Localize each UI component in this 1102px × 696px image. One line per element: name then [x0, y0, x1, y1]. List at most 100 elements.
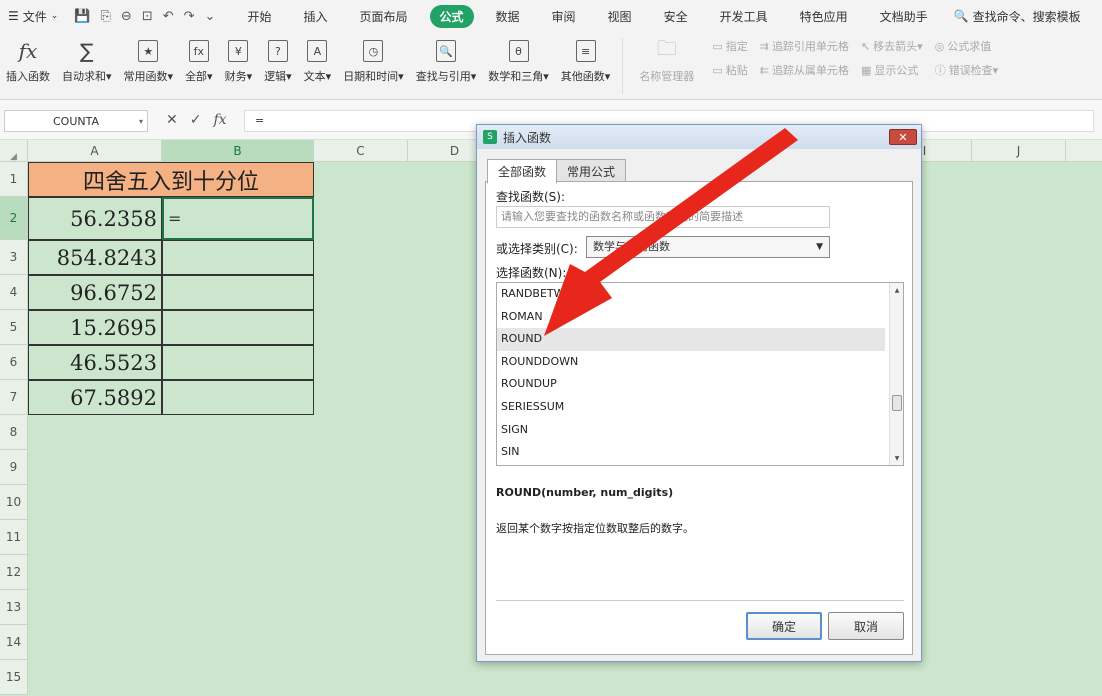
ribbon-button[interactable]: A 文本▾ — [298, 38, 338, 84]
ribbon-button[interactable]: fx 插入函数 — [0, 38, 56, 84]
command-search[interactable]: 🔍 查找命令、搜索模板 — [954, 8, 1081, 25]
column-header[interactable]: B — [162, 140, 314, 162]
close-button[interactable]: ✕ — [889, 129, 917, 145]
value-cell[interactable]: 67.5892 — [28, 380, 162, 415]
row-header[interactable]: 7 — [0, 380, 28, 415]
function-item[interactable]: ROUNDDOWN — [497, 351, 903, 374]
name-box[interactable]: COUNTA ▾ — [4, 110, 148, 132]
column-header[interactable]: C — [314, 140, 408, 162]
result-cell[interactable] — [162, 310, 314, 345]
function-item[interactable]: SIGN — [497, 419, 903, 442]
cancel-icon[interactable]: ✕ — [166, 112, 178, 128]
file-menu[interactable]: ☰ 文件 ⌄ — [0, 8, 66, 25]
result-cell[interactable] — [162, 380, 314, 415]
print-icon[interactable]: ⊖ — [121, 9, 132, 24]
menu-tab[interactable]: 开发工具 — [710, 5, 778, 28]
row-header[interactable]: 8 — [0, 415, 28, 450]
more-icon[interactable]: ⌄ — [205, 9, 216, 24]
scroll-down-icon[interactable]: ▼ — [890, 451, 903, 465]
category-select[interactable]: 数学与三角函数 ▼ — [586, 236, 830, 258]
dialog-title-bar[interactable]: S 插入函数 — [477, 125, 921, 149]
function-item[interactable]: SIN — [497, 441, 903, 464]
function-item[interactable]: ROMAN — [497, 306, 903, 329]
evaluate-formula-button[interactable]: ◎ 公式求值 — [935, 38, 999, 54]
row-header[interactable]: 10 — [0, 485, 28, 520]
error-check-button[interactable]: ⓘ 错误检查▾ — [935, 62, 999, 78]
redo-icon[interactable]: ↷ — [184, 9, 195, 24]
search-function-input[interactable]: 请输入您要查找的函数名称或函数功能的简要描述 — [496, 206, 830, 228]
row-header[interactable]: 13 — [0, 590, 28, 625]
ok-button[interactable]: 确定 — [746, 612, 822, 640]
column-header[interactable]: A — [28, 140, 162, 162]
ribbon-button[interactable]: fx 全部▾ — [179, 38, 219, 84]
menu-tab[interactable]: 文档助手 — [870, 5, 938, 28]
menu-tab[interactable]: 数据 — [486, 5, 530, 28]
select-all-corner[interactable]: ◢ — [0, 140, 28, 162]
ribbon-button[interactable]: ¥ 财务▾ — [219, 38, 259, 84]
trace-precedents-button[interactable]: ⇉ 追踪引用单元格 — [760, 38, 849, 54]
ribbon-button[interactable]: θ 数学和三角▾ — [482, 38, 555, 84]
insert-function-icon[interactable]: fx — [213, 112, 226, 128]
evaluate-formula-label: 公式求值 — [947, 40, 992, 53]
menu-tab[interactable]: 开始 — [237, 5, 281, 28]
row-header[interactable]: 1 — [0, 162, 28, 197]
row-header[interactable]: 6 — [0, 345, 28, 380]
save-icon[interactable]: 💾 — [74, 9, 90, 24]
menu-tab[interactable]: 特色应用 — [790, 5, 858, 28]
confirm-icon[interactable]: ✓ — [190, 112, 202, 128]
scroll-up-icon[interactable]: ▲ — [890, 283, 903, 297]
menu-tab[interactable]: 页面布局 — [349, 5, 417, 28]
name-manager-button[interactable]: 🗀 名称管理器 — [633, 36, 700, 84]
define-name-button[interactable]: ▭ 指定 — [712, 38, 747, 54]
row-header[interactable]: 2 — [0, 197, 28, 240]
title-cell[interactable]: 四舍五入到十分位 — [28, 162, 314, 197]
column-header[interactable]: J — [972, 140, 1066, 162]
function-item[interactable]: RANDBETWEEN — [497, 283, 903, 306]
function-item[interactable]: SERIESSUM — [497, 396, 903, 419]
scroll-thumb[interactable] — [892, 395, 902, 411]
row-header[interactable]: 9 — [0, 450, 28, 485]
row-header[interactable]: 3 — [0, 240, 28, 275]
show-formulas-button[interactable]: ▦ 显示公式 — [861, 62, 923, 78]
row-header[interactable]: 15 — [0, 660, 28, 695]
menu-tab[interactable]: 审阅 — [542, 5, 586, 28]
ribbon-button[interactable]: ∑ 自动求和▾ — [56, 38, 118, 84]
paste-name-button[interactable]: ▭ 粘贴 — [712, 62, 747, 78]
value-cell[interactable]: 15.2695 — [28, 310, 162, 345]
function-item[interactable]: ROUNDUP — [497, 373, 903, 396]
cell-b2[interactable]: = — [162, 197, 314, 240]
function-item[interactable]: ROUND — [497, 328, 885, 351]
ribbon-button[interactable]: ≡ 其他函数▾ — [555, 38, 617, 84]
category-label: 或选择类别(C): — [496, 242, 578, 256]
export-pdf-icon[interactable]: ⊡ — [142, 9, 153, 24]
ribbon-button[interactable]: ★ 常用函数▾ — [118, 38, 180, 84]
row-header[interactable]: 4 — [0, 275, 28, 310]
function-list[interactable]: RANDBETWEEN ROMAN ROUND ROUNDDOWN ROUNDUP SER… — [496, 282, 904, 466]
menu-tab[interactable]: 公式 — [429, 4, 474, 28]
value-cell[interactable]: 46.5523 — [28, 345, 162, 380]
result-cell[interactable] — [162, 345, 314, 380]
value-cell[interactable]: 96.6752 — [28, 275, 162, 310]
result-cell[interactable] — [162, 240, 314, 275]
row-header[interactable]: 14 — [0, 625, 28, 660]
value-cell[interactable]: 56.2358 — [28, 197, 162, 240]
value-cell[interactable]: 854.8243 — [28, 240, 162, 275]
tab-all-functions[interactable]: 全部函数 — [487, 159, 558, 184]
cancel-button[interactable]: 取消 — [828, 612, 904, 640]
ribbon-button[interactable]: ◷ 日期和时间▾ — [337, 38, 410, 84]
print-preview-icon[interactable]: ⎘ — [101, 9, 111, 24]
menu-tab[interactable]: 视图 — [598, 5, 642, 28]
row-header[interactable]: 5 — [0, 310, 28, 345]
function-list-scrollbar[interactable]: ▲ ▼ — [889, 283, 903, 465]
menu-tab[interactable]: 插入 — [293, 5, 337, 28]
row-header[interactable]: 11 — [0, 520, 28, 555]
menu-tab[interactable]: 安全 — [654, 5, 698, 28]
ribbon-button[interactable]: 🔍 查找与引用▾ — [410, 38, 483, 84]
row-header[interactable]: 12 — [0, 555, 28, 590]
trace-dependents-button[interactable]: ⇇ 追踪从属单元格 — [760, 62, 849, 78]
remove-arrows-button[interactable]: ↖ 移去箭头▾ — [861, 38, 923, 54]
ribbon-button[interactable]: ? 逻辑▾ — [258, 38, 298, 84]
trace-precedents-label: 追踪引用单元格 — [771, 40, 849, 53]
undo-icon[interactable]: ↶ — [163, 9, 174, 24]
result-cell[interactable] — [162, 275, 314, 310]
